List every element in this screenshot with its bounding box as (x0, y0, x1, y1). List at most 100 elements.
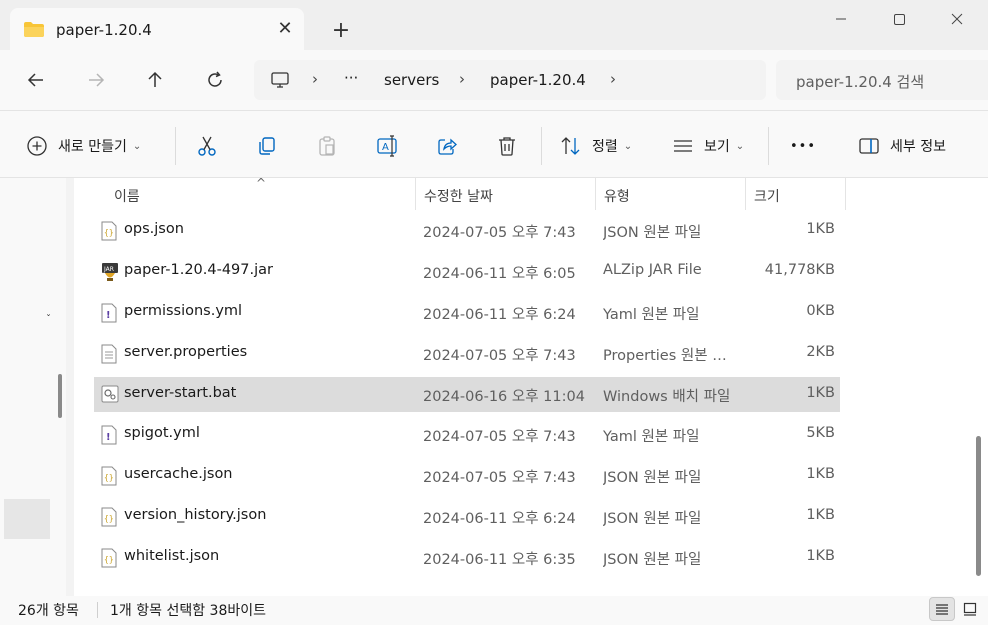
navigation-bar: › ··· servers › paper-1.20.4 › paper-1.2… (0, 50, 988, 110)
copy-button[interactable] (256, 131, 278, 161)
up-button[interactable] (139, 64, 171, 96)
view-list-icon (674, 140, 692, 152)
file-name: permissions.yml (124, 302, 243, 319)
breadcrumb-paper[interactable]: paper-1.20.4 (490, 71, 586, 89)
file-size: 41,778KB (764, 261, 835, 278)
divider (541, 127, 542, 165)
details-view-icon (936, 604, 948, 615)
column-divider[interactable] (845, 178, 846, 210)
close-window-button[interactable] (934, 4, 980, 34)
file-name: ops.json (124, 220, 184, 237)
maximize-icon (894, 14, 905, 25)
breadcrumb-chevron-icon[interactable]: › (610, 70, 616, 88)
file-type: JSON 원본 파일 (603, 511, 702, 528)
column-header: ^ 이름 수정한 날짜 유형 크기 (74, 178, 988, 210)
file-row[interactable]: {} whitelist.json 2024-06-11 오후 6:35 JSON 원… (94, 540, 840, 575)
file-name: server-start.bat (124, 384, 237, 401)
plus-circle-icon (27, 136, 47, 156)
column-divider[interactable] (595, 178, 596, 210)
details-pane-button[interactable]: 세부 정보 (858, 131, 946, 161)
view-button[interactable]: 보기 ⌄ (672, 131, 744, 161)
details-view-button[interactable] (929, 597, 955, 621)
rename-icon: A (377, 135, 397, 157)
batch-file-icon (101, 385, 119, 405)
navigation-pane: ˇ (0, 178, 66, 596)
new-button[interactable]: 새로 만들기 ⌄ (26, 131, 141, 161)
paste-button[interactable] (316, 131, 338, 161)
tab-title: paper-1.20.4 (56, 21, 152, 39)
minimize-button[interactable] (818, 4, 864, 34)
file-row[interactable]: {} ops.json 2024-07-05 오후 7:43 JSON 원본 파일 1K… (94, 213, 840, 248)
file-size: 1KB (806, 220, 835, 237)
title-bar: paper-1.20.4 ✕ + (0, 0, 988, 50)
details-label: 세부 정보 (890, 139, 946, 155)
file-row[interactable]: server-start.bat 2024-06-16 오후 11:04 Windo… (94, 376, 840, 412)
file-row[interactable]: server.properties 2024-07-05 오후 7:43 Prope… (94, 336, 840, 371)
breadcrumb-chevron-icon[interactable]: › (459, 70, 465, 88)
chevron-down-icon: ⌄ (735, 140, 745, 152)
search-input[interactable]: paper-1.20.4 검색 (796, 71, 924, 92)
nav-scrollbar[interactable] (58, 374, 62, 418)
column-divider[interactable] (745, 178, 746, 210)
tab-paper[interactable]: paper-1.20.4 ✕ (10, 8, 304, 50)
search-box[interactable]: paper-1.20.4 검색 (776, 60, 988, 100)
file-row[interactable]: ! permissions.yml 2024-06-11 오후 6:24 Yaml 원… (94, 295, 840, 330)
more-options-button[interactable]: ••• (790, 131, 816, 161)
jar-file-icon: JAR (101, 262, 118, 282)
file-row[interactable]: JAR paper-1.20.4-497.jar 2024-06-11 오후 6:0… (94, 254, 840, 289)
tab-close-icon[interactable]: ✕ (274, 18, 296, 40)
file-type: Windows 배치 파일 (603, 388, 731, 405)
tiles-view-button[interactable] (957, 597, 983, 621)
json-file-icon: {} (101, 221, 117, 241)
rename-button[interactable]: A (376, 131, 400, 161)
nav-selected-item[interactable] (4, 499, 50, 539)
breadcrumb-chevron-icon[interactable]: › (312, 70, 318, 88)
file-type: JSON 원본 파일 (603, 224, 702, 241)
sort-icon (561, 137, 580, 155)
arrow-left-icon (27, 73, 43, 87)
address-bar[interactable]: › ··· servers › paper-1.20.4 › (254, 60, 766, 100)
forward-button[interactable] (80, 64, 112, 96)
copy-icon (259, 137, 275, 155)
column-divider[interactable] (415, 178, 416, 210)
breadcrumb-overflow[interactable]: ··· (344, 69, 358, 87)
file-row[interactable]: {} version_history.json 2024-06-11 오후 6:24… (94, 499, 840, 534)
delete-button[interactable] (496, 131, 518, 161)
file-name: server.properties (124, 343, 248, 360)
refresh-button[interactable] (199, 64, 231, 96)
file-type: JSON 원본 파일 (603, 470, 702, 487)
chevron-down-icon: ⌄ (623, 140, 633, 152)
vertical-scrollbar[interactable] (976, 436, 981, 576)
maximize-button[interactable] (876, 4, 922, 34)
arrow-right-icon (89, 73, 105, 87)
new-button-label: 새로 만들기 (58, 139, 127, 155)
share-icon (438, 138, 457, 155)
file-type: ALZip JAR File (603, 261, 702, 278)
status-bar: 26개 항목 1개 항목 선택함 38바이트 (0, 596, 988, 625)
details-pane-icon (859, 138, 879, 154)
back-button[interactable] (20, 64, 52, 96)
expand-chevron-icon[interactable]: ˇ (46, 314, 51, 325)
column-modified[interactable]: 수정한 날짜 (424, 186, 493, 206)
column-type[interactable]: 유형 (604, 186, 630, 206)
file-type: Properties 원본 파… (603, 347, 739, 364)
file-size: 0KB (806, 302, 835, 319)
file-date: 2024-07-05 오후 7:43 (423, 470, 576, 487)
sort-button[interactable]: 정렬 ⌄ (560, 131, 632, 161)
breadcrumb-servers[interactable]: servers (384, 71, 439, 89)
cut-button[interactable] (196, 131, 218, 161)
file-row[interactable]: ! spigot.yml 2024-07-05 오후 7:43 Yaml 원본 파일 5… (94, 417, 840, 452)
column-size[interactable]: 크기 (754, 186, 780, 206)
share-button[interactable] (436, 131, 458, 161)
column-name[interactable]: 이름 (114, 186, 140, 206)
file-row[interactable]: {} usercache.json 2024-07-05 오후 7:43 JSON 원… (94, 458, 840, 493)
item-count: 26개 항목 (18, 603, 79, 619)
svg-text:{}: {} (104, 228, 114, 237)
file-size: 2KB (806, 343, 835, 360)
status-divider (97, 602, 98, 618)
new-tab-button[interactable]: + (328, 18, 354, 44)
minimize-icon (836, 18, 846, 20)
svg-text:!: ! (106, 310, 111, 321)
file-name: whitelist.json (124, 548, 220, 565)
svg-text:JAR: JAR (103, 266, 114, 273)
